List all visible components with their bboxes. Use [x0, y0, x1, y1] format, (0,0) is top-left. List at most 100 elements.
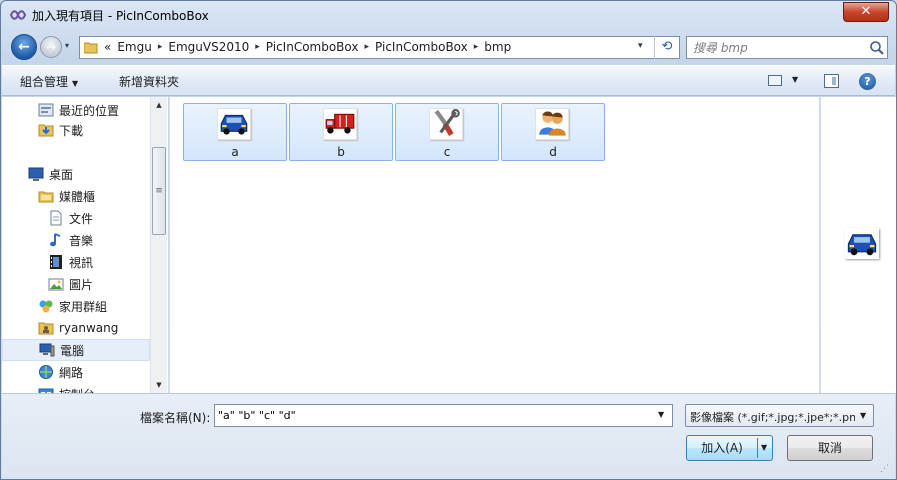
cancel-button[interactable]: 取消 [787, 435, 873, 461]
forward-arrow-icon: → [45, 40, 57, 54]
breadcrumb-separator-icon[interactable]: ▸ [255, 42, 260, 52]
breadcrumb-item[interactable]: PicInComboBox [375, 40, 468, 54]
nav-item[interactable]: 媒體櫃 [2, 185, 150, 207]
videos-icon [48, 254, 64, 270]
blue-car-icon [217, 108, 251, 140]
search-input[interactable] [693, 39, 863, 56]
pictures-icon [48, 276, 64, 292]
forward-button[interactable]: → [40, 36, 62, 58]
file-item[interactable]: d [501, 103, 605, 161]
breadcrumb-item[interactable]: EmguVS2010 [168, 40, 249, 54]
scroll-thumb[interactable]: ≡ [152, 147, 166, 235]
nav-item-label: 文件 [69, 211, 94, 226]
refresh-button[interactable]: ⟲ [654, 36, 679, 59]
close-button[interactable]: ✕ [843, 2, 889, 22]
chevron-down-icon[interactable]: ▼ [658, 410, 664, 419]
organize-button[interactable]: 組合管理 ▼ [20, 73, 78, 90]
navigation-scrollbar[interactable]: ▲ ≡ ▼ [150, 97, 167, 393]
back-arrow-icon: ← [18, 39, 30, 55]
nav-item[interactable]: 視訊 [2, 251, 150, 273]
music-icon [48, 232, 64, 248]
file-item[interactable]: c [395, 103, 499, 161]
downloads-folder-icon [38, 122, 54, 138]
computer-icon [39, 342, 55, 358]
file-name: d [549, 145, 557, 159]
desktop-icon [28, 166, 44, 182]
file-list[interactable]: a b c d [169, 97, 819, 393]
preview-pane [820, 97, 896, 393]
filetype-value: 影像檔案 (*.gif;*.jpg;*.jpe*;*.pn [690, 411, 855, 424]
breadcrumb-item[interactable]: Emgu [117, 40, 152, 54]
breadcrumb-overflow[interactable]: « [104, 40, 111, 54]
file-item[interactable]: a [183, 103, 287, 161]
nav-item-label: 最近的位置 [59, 103, 120, 118]
homegroup-icon [38, 298, 54, 314]
command-bar: 組合管理 ▼ 新增資料夾 ▼ ? [2, 65, 895, 96]
breadcrumb: « Emgu ▸ EmguVS2010 ▸ PicInComboBox ▸ PicInCom… [104, 40, 511, 54]
nav-item[interactable]: ryanwang [2, 317, 150, 339]
network-icon [38, 364, 54, 380]
nav-item[interactable]: 電腦 [2, 339, 150, 361]
back-button[interactable]: ← [11, 34, 37, 60]
refresh-icon: ⟲ [661, 39, 673, 54]
chevron-down-icon: ▼ [72, 79, 79, 88]
dialog-footer: 檔案名稱(N): ▼ 影像檔案 (*.gif;*.jpg;*.jpe*;*.pn… [2, 393, 895, 479]
filename-combobox[interactable]: ▼ [214, 404, 673, 427]
resize-grip[interactable]: ⋰ [880, 464, 892, 476]
nav-item[interactable]: 桌面 [2, 163, 150, 185]
breadcrumb-item[interactable]: PicInComboBox [266, 40, 359, 54]
scroll-down-button[interactable]: ▼ [151, 377, 167, 393]
filetype-select[interactable]: 影像檔案 (*.gif;*.jpg;*.jpe*;*.pn ▼ [685, 404, 874, 427]
nav-item[interactable]: 音樂 [2, 229, 150, 251]
nav-item[interactable]: 家用群組 [2, 295, 150, 317]
search-icon[interactable] [869, 40, 885, 56]
nav-item-label: ryanwang [59, 321, 119, 335]
filename-input[interactable] [218, 407, 648, 424]
nav-item-label: 下載 [59, 123, 84, 138]
file-name: b [337, 145, 345, 159]
nav-item-label: 網路 [59, 365, 84, 380]
nav-item-label: 家用群組 [59, 299, 108, 314]
new-folder-button[interactable]: 新增資料夾 [119, 73, 179, 90]
nav-item-label: 桌面 [49, 167, 74, 182]
add-options-dropdown[interactable]: ▼ [761, 436, 767, 460]
nav-item-label: 電腦 [60, 343, 85, 358]
search-box[interactable] [686, 36, 888, 59]
folder-icon [84, 42, 98, 54]
view-options-dropdown[interactable]: ▼ [792, 75, 798, 84]
help-icon[interactable]: ? [859, 73, 876, 90]
nav-item-label: 音樂 [69, 233, 94, 248]
nav-item[interactable]: 最近的位置 [2, 99, 150, 121]
file-name: a [231, 145, 239, 159]
breadcrumb-separator-icon[interactable]: ▸ [365, 42, 370, 52]
nav-item[interactable]: 文件 [2, 207, 150, 229]
file-item[interactable]: b [289, 103, 393, 161]
scroll-up-button[interactable]: ▲ [151, 97, 167, 113]
file-name: c [443, 145, 451, 159]
address-bar[interactable]: « Emgu ▸ EmguVS2010 ▸ PicInComboBox ▸ PicInCom… [79, 36, 680, 59]
address-history-dropdown[interactable]: ▾ [638, 41, 643, 51]
recent-pages-dropdown[interactable]: ▾ [65, 41, 69, 50]
recent-places-icon [38, 102, 54, 118]
breadcrumb-item[interactable]: bmp [484, 40, 511, 54]
preview-pane-icon[interactable] [824, 74, 839, 88]
filename-label: 檔案名稱(N): [140, 411, 211, 425]
title-bar[interactable]: 加入現有項目 - PicInComboBox ✕ [1, 1, 896, 31]
chevron-down-icon: ▼ [860, 411, 867, 420]
add-button[interactable]: 加入(A) ▼ [686, 435, 773, 461]
red-truck-icon [323, 108, 357, 140]
split-divider [757, 438, 758, 458]
blue-car-icon [845, 228, 879, 259]
user-folder-icon [38, 320, 54, 336]
nav-item[interactable]: 網路 [2, 361, 150, 383]
breadcrumb-separator-icon[interactable]: ▸ [474, 42, 479, 52]
organize-label: 組合管理 [20, 75, 69, 89]
nav-item[interactable]: 圖片 [2, 273, 150, 295]
window-title: 加入現有項目 - PicInComboBox [32, 9, 209, 23]
change-view-icon[interactable] [768, 75, 782, 86]
add-button-label: 加入(A) [701, 441, 743, 455]
navigation-pane: 控制台網路電腦ryanwang家用群組圖片視訊音樂文件媒體櫃桌面下載最近的位置 … [2, 97, 168, 402]
breadcrumb-separator-icon[interactable]: ▸ [158, 42, 163, 52]
add-existing-item-dialog: 加入現有項目 - PicInComboBox ✕ ← → ▾ « Emgu ▸ Em… [0, 0, 897, 480]
nav-item[interactable]: 下載 [2, 119, 150, 141]
